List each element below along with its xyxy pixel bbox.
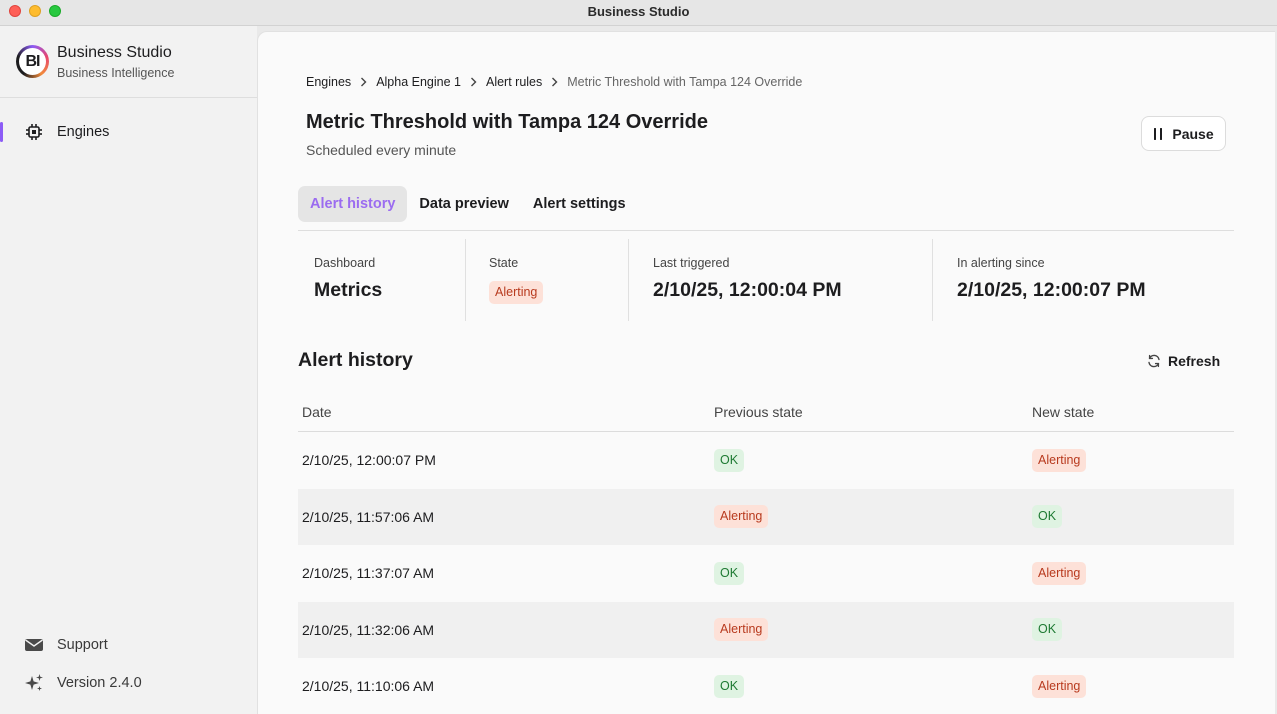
stat-last-triggered: Last triggered 2/10/25, 12:00:04 PM	[653, 239, 933, 321]
status-badge: Alerting	[489, 281, 544, 304]
row-date: 2/10/25, 11:10:06 AM	[302, 678, 435, 695]
sidebar-item-label: Engines	[57, 124, 110, 140]
table-row: 2/10/25, 11:57:06 AM Alerting OK	[298, 488, 1234, 545]
stat-divider	[465, 239, 466, 321]
stat-state: State Alerting	[489, 239, 629, 321]
page-title: Metric Threshold with Tampa 124 Override	[306, 111, 708, 133]
sidebar-item-version: Version 2.4.0	[24, 671, 244, 695]
table-row: 2/10/25, 11:32:06 AM Alerting OK	[298, 601, 1234, 658]
row-date: 2/10/25, 11:32:06 AM	[302, 621, 435, 638]
breadcrumb-current: Metric Threshold with Tampa 124 Override	[567, 75, 803, 89]
breadcrumb-engines[interactable]: Engines	[306, 75, 351, 89]
breadcrumb-engine[interactable]: Alpha Engine 1	[376, 75, 461, 89]
row-date: 2/10/25, 11:37:07 AM	[302, 565, 435, 582]
status-badge: OK	[714, 674, 745, 698]
refresh-button[interactable]: Refresh	[1147, 350, 1220, 372]
tab-data-preview[interactable]: Data preview	[407, 186, 520, 222]
envelope-icon	[24, 635, 44, 655]
chevron-right-icon	[551, 77, 558, 87]
table-header: Date Previous state New state	[298, 392, 1234, 432]
refresh-button-label: Refresh	[1168, 353, 1221, 369]
breadcrumb-alert-rules[interactable]: Alert rules	[486, 75, 542, 89]
row-date: 2/10/25, 11:57:06 AM	[302, 508, 435, 525]
stat-value: 2/10/25, 12:00:04 PM	[653, 279, 842, 301]
stat-label: Dashboard	[314, 256, 376, 270]
version-label: Version 2.4.0	[57, 675, 142, 691]
chevron-right-icon	[360, 77, 367, 87]
column-header-date: Date	[302, 404, 332, 420]
window-title: Business Studio	[587, 4, 690, 19]
tab-alert-history[interactable]: Alert history	[298, 186, 408, 222]
chevron-right-icon	[470, 77, 477, 87]
status-badge: Alerting	[714, 505, 769, 529]
sidebar-active-indicator	[0, 122, 3, 142]
pause-button-label: Pause	[1172, 125, 1214, 142]
main-panel: Engines Alpha Engine 1 Alert rules Metri…	[257, 31, 1275, 714]
stat-value: 2/10/25, 12:00:07 PM	[957, 279, 1146, 301]
status-badge: Alerting	[1032, 674, 1087, 698]
alert-history-table: Date Previous state New state 2/10/25, 1…	[298, 392, 1234, 714]
chip-icon	[24, 122, 44, 142]
stat-dashboard: Dashboard Metrics	[314, 239, 464, 321]
sidebar-divider	[0, 97, 257, 98]
breadcrumb: Engines Alpha Engine 1 Alert rules Metri…	[306, 75, 802, 89]
refresh-icon	[1147, 354, 1161, 368]
brand: BI Business Studio Business Intelligence	[16, 44, 246, 84]
sidebar-item-engines[interactable]: Engines	[24, 120, 244, 144]
pause-icon	[1153, 127, 1163, 140]
tabs-divider	[298, 230, 1234, 231]
row-date: 2/10/25, 12:00:07 PM	[302, 452, 436, 469]
sidebar-item-support[interactable]: Support	[24, 633, 244, 657]
brand-name: Business Studio	[57, 44, 172, 61]
status-badge: OK	[1032, 505, 1063, 529]
stat-label: Last triggered	[653, 256, 730, 270]
stat-divider	[932, 239, 933, 321]
status-badge: OK	[714, 561, 745, 585]
stat-label: State	[489, 256, 519, 270]
stat-value: Metrics	[314, 279, 383, 301]
section-title: Alert history	[298, 349, 413, 371]
brand-logo: BI	[16, 45, 49, 78]
tab-bar: Alert history Data preview Alert setting…	[298, 186, 638, 222]
status-badge: OK	[1032, 618, 1063, 642]
column-header-previous-state: Previous state	[714, 404, 803, 420]
sparkles-icon	[24, 673, 44, 693]
table-row: 2/10/25, 11:10:06 AM OK Alerting	[298, 658, 1234, 714]
window-titlebar: Business Studio	[0, 0, 1277, 26]
stat-alerting-since: In alerting since 2/10/25, 12:00:07 PM	[957, 239, 1227, 321]
status-badge: Alerting	[1032, 561, 1087, 585]
column-header-new-state: New state	[1032, 404, 1095, 420]
brand-logo-text: BI	[19, 48, 46, 75]
table-row: 2/10/25, 12:00:07 PM OK Alerting	[298, 432, 1234, 489]
stat-label: In alerting since	[957, 256, 1045, 270]
table-row: 2/10/25, 11:37:07 AM OK Alerting	[298, 545, 1234, 602]
sidebar-item-label: Support	[57, 637, 108, 653]
tab-alert-settings[interactable]: Alert settings	[521, 186, 638, 222]
status-badge: Alerting	[714, 618, 769, 642]
stat-divider	[628, 239, 629, 321]
pause-button[interactable]: Pause	[1141, 116, 1226, 151]
page-subtitle: Scheduled every minute	[306, 142, 457, 158]
brand-subtitle: Business Intelligence	[57, 66, 175, 80]
sidebar: BI Business Studio Business Intelligence…	[0, 26, 257, 714]
status-badge: OK	[714, 448, 745, 472]
status-badge: Alerting	[1032, 448, 1087, 472]
